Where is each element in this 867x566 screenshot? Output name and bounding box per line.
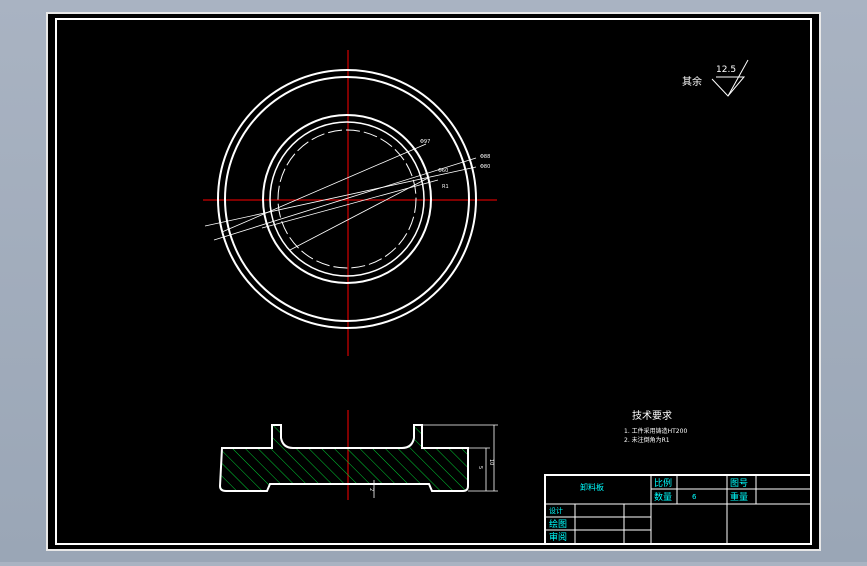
dim-label-thickness: 2 xyxy=(368,488,374,491)
dim-label-d4: Φ60 xyxy=(438,168,448,174)
cad-viewport[interactable]: Φ97 Φ88 Φ80 Φ60 R1 其余 12.5 10 5 2 技术要求 1… xyxy=(0,0,867,562)
tb-draw-label: 绘图 xyxy=(549,518,567,530)
tb-weight-label: 重量 xyxy=(730,491,748,503)
dim-label-d5: R1 xyxy=(442,184,449,190)
title-block: 卸料板 比例 图号 数量 6 重量 设计 绘图 审阅 xyxy=(544,474,812,545)
tb-quantity-value: 6 xyxy=(692,493,697,501)
tb-part-name: 卸料板 xyxy=(580,482,604,492)
tech-req-title: 技术要求 xyxy=(632,409,672,422)
cad-drawing: Φ97 Φ88 Φ80 Φ60 R1 其余 12.5 10 5 2 技术要求 1… xyxy=(46,12,821,551)
tb-review-label: 审阅 xyxy=(549,531,567,543)
tech-req-line-1: 1. 工件采用铸造HT200 xyxy=(624,427,687,435)
roughness-label: 其余 xyxy=(682,75,702,88)
dim-label-d1: Φ88 xyxy=(480,154,490,160)
dim-label-height2: 5 xyxy=(477,466,483,469)
dim-label-d2: Φ80 xyxy=(480,164,490,170)
tech-req-line-2: 2. 未注倒角为R1 xyxy=(624,436,670,444)
tb-quantity-label: 数量 xyxy=(654,491,672,503)
dim-label-height: 10 xyxy=(488,459,494,465)
tb-scale-label: 比例 xyxy=(654,477,672,489)
tb-design-label: 设计 xyxy=(549,506,563,515)
dim-label-d3: Φ97 xyxy=(420,139,430,145)
tb-drawing-no-label: 图号 xyxy=(730,478,748,489)
roughness-value: 12.5 xyxy=(716,65,736,75)
